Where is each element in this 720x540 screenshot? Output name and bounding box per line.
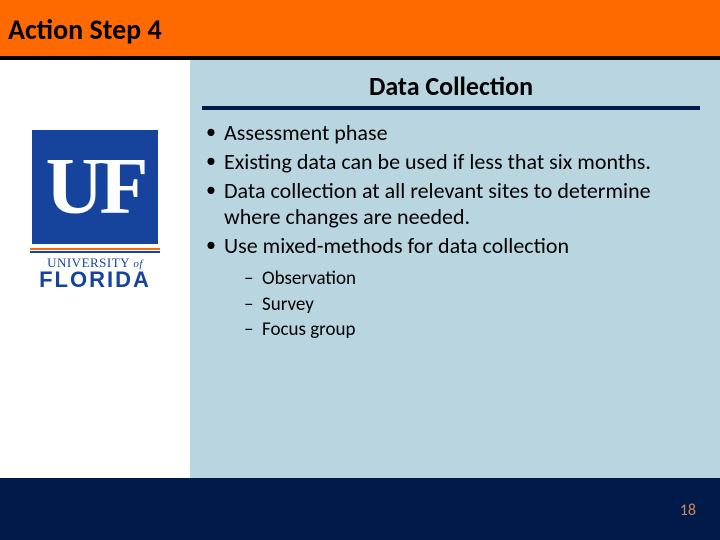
title-bar: Action Step 4 <box>0 0 720 60</box>
sub-bullet-item: Survey <box>242 292 700 318</box>
left-column: UF UNIVERSITY of FLORIDA <box>0 60 190 478</box>
bullet-list: Assessment phase Existing data can be us… <box>202 120 700 343</box>
slide: Action Step 4 UF UNIVERSITY of FLORIDA D… <box>0 0 720 540</box>
footer-bar: 18 <box>0 478 720 540</box>
slide-title: Action Step 4 <box>0 0 720 47</box>
bullet-item: Data collection at all relevant sites to… <box>202 178 700 232</box>
uf-logo-letters: UF <box>32 130 158 244</box>
sub-bullet-list: Observation Survey Focus group <box>242 266 700 343</box>
section-underline <box>202 106 700 110</box>
uf-logo-florida-text: FLORIDA <box>20 269 170 291</box>
title-underline <box>0 56 720 60</box>
slide-body: UF UNIVERSITY of FLORIDA Data Collection… <box>0 60 720 478</box>
sub-bullet-item: Observation <box>242 266 700 292</box>
bullet-item: Existing data can be used if less that s… <box>202 149 700 176</box>
bullet-item: Assessment phase <box>202 120 700 147</box>
right-column: Data Collection Assessment phase Existin… <box>190 60 720 478</box>
section-title: Data Collection <box>202 70 700 102</box>
uf-logo-rule-blue <box>30 251 160 253</box>
uf-logo-rule-orange <box>30 248 160 250</box>
bullet-item-text: Use mixed-methods for data collection <box>224 232 569 259</box>
page-number: 18 <box>680 501 696 520</box>
bullet-item: Use mixed-methods for data collection Ob… <box>202 233 700 343</box>
uf-logo: UF UNIVERSITY of FLORIDA <box>20 130 170 291</box>
sub-bullet-item: Focus group <box>242 317 700 343</box>
uf-logo-box: UF <box>32 130 158 244</box>
